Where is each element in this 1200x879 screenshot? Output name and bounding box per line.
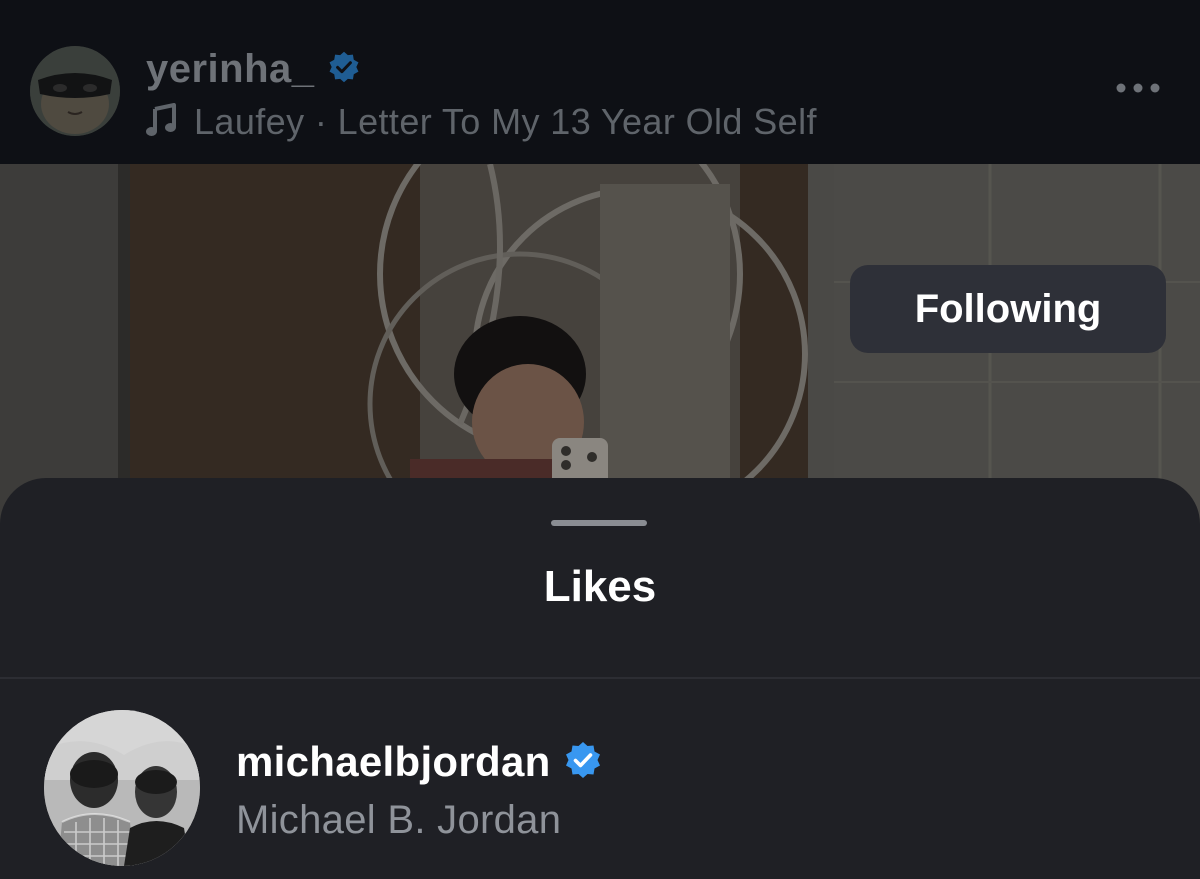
following-button[interactable]: Following: [850, 265, 1166, 353]
post-audio-label[interactable]: Laufey · Letter To My 13 Year Old Self: [194, 101, 817, 143]
sheet-grabber-handle[interactable]: [551, 520, 647, 526]
like-username[interactable]: michaelbjordan: [236, 738, 551, 786]
verified-badge-icon: [563, 740, 603, 785]
instagram-screen: yerinha_ Laufey · Letter To My 13 Year O…: [0, 0, 1200, 879]
verified-badge-icon: [327, 50, 361, 89]
post-header: yerinha_ Laufey · Letter To My 13 Year O…: [0, 0, 1200, 164]
sheet-title: Likes: [543, 562, 657, 611]
post-username[interactable]: yerinha_: [146, 47, 315, 92]
likes-sheet: Likes michaelbjordan Michael B. Jordan: [0, 478, 1200, 879]
avatar[interactable]: [44, 710, 200, 866]
list-item[interactable]: michaelbjordan Michael B. Jordan: [0, 706, 1200, 876]
like-full-name: Michael B. Jordan: [236, 798, 562, 842]
post-author-avatar[interactable]: [30, 46, 120, 136]
like-username-row[interactable]: michaelbjordan: [236, 736, 603, 788]
sheet-divider: [0, 677, 1200, 679]
music-note-icon: [146, 102, 178, 142]
post-username-row[interactable]: yerinha_: [146, 44, 361, 94]
post-audio-row[interactable]: Laufey · Letter To My 13 Year Old Self: [146, 98, 817, 146]
more-horizontal-icon: [1116, 80, 1160, 98]
more-options-button[interactable]: [1108, 72, 1168, 106]
